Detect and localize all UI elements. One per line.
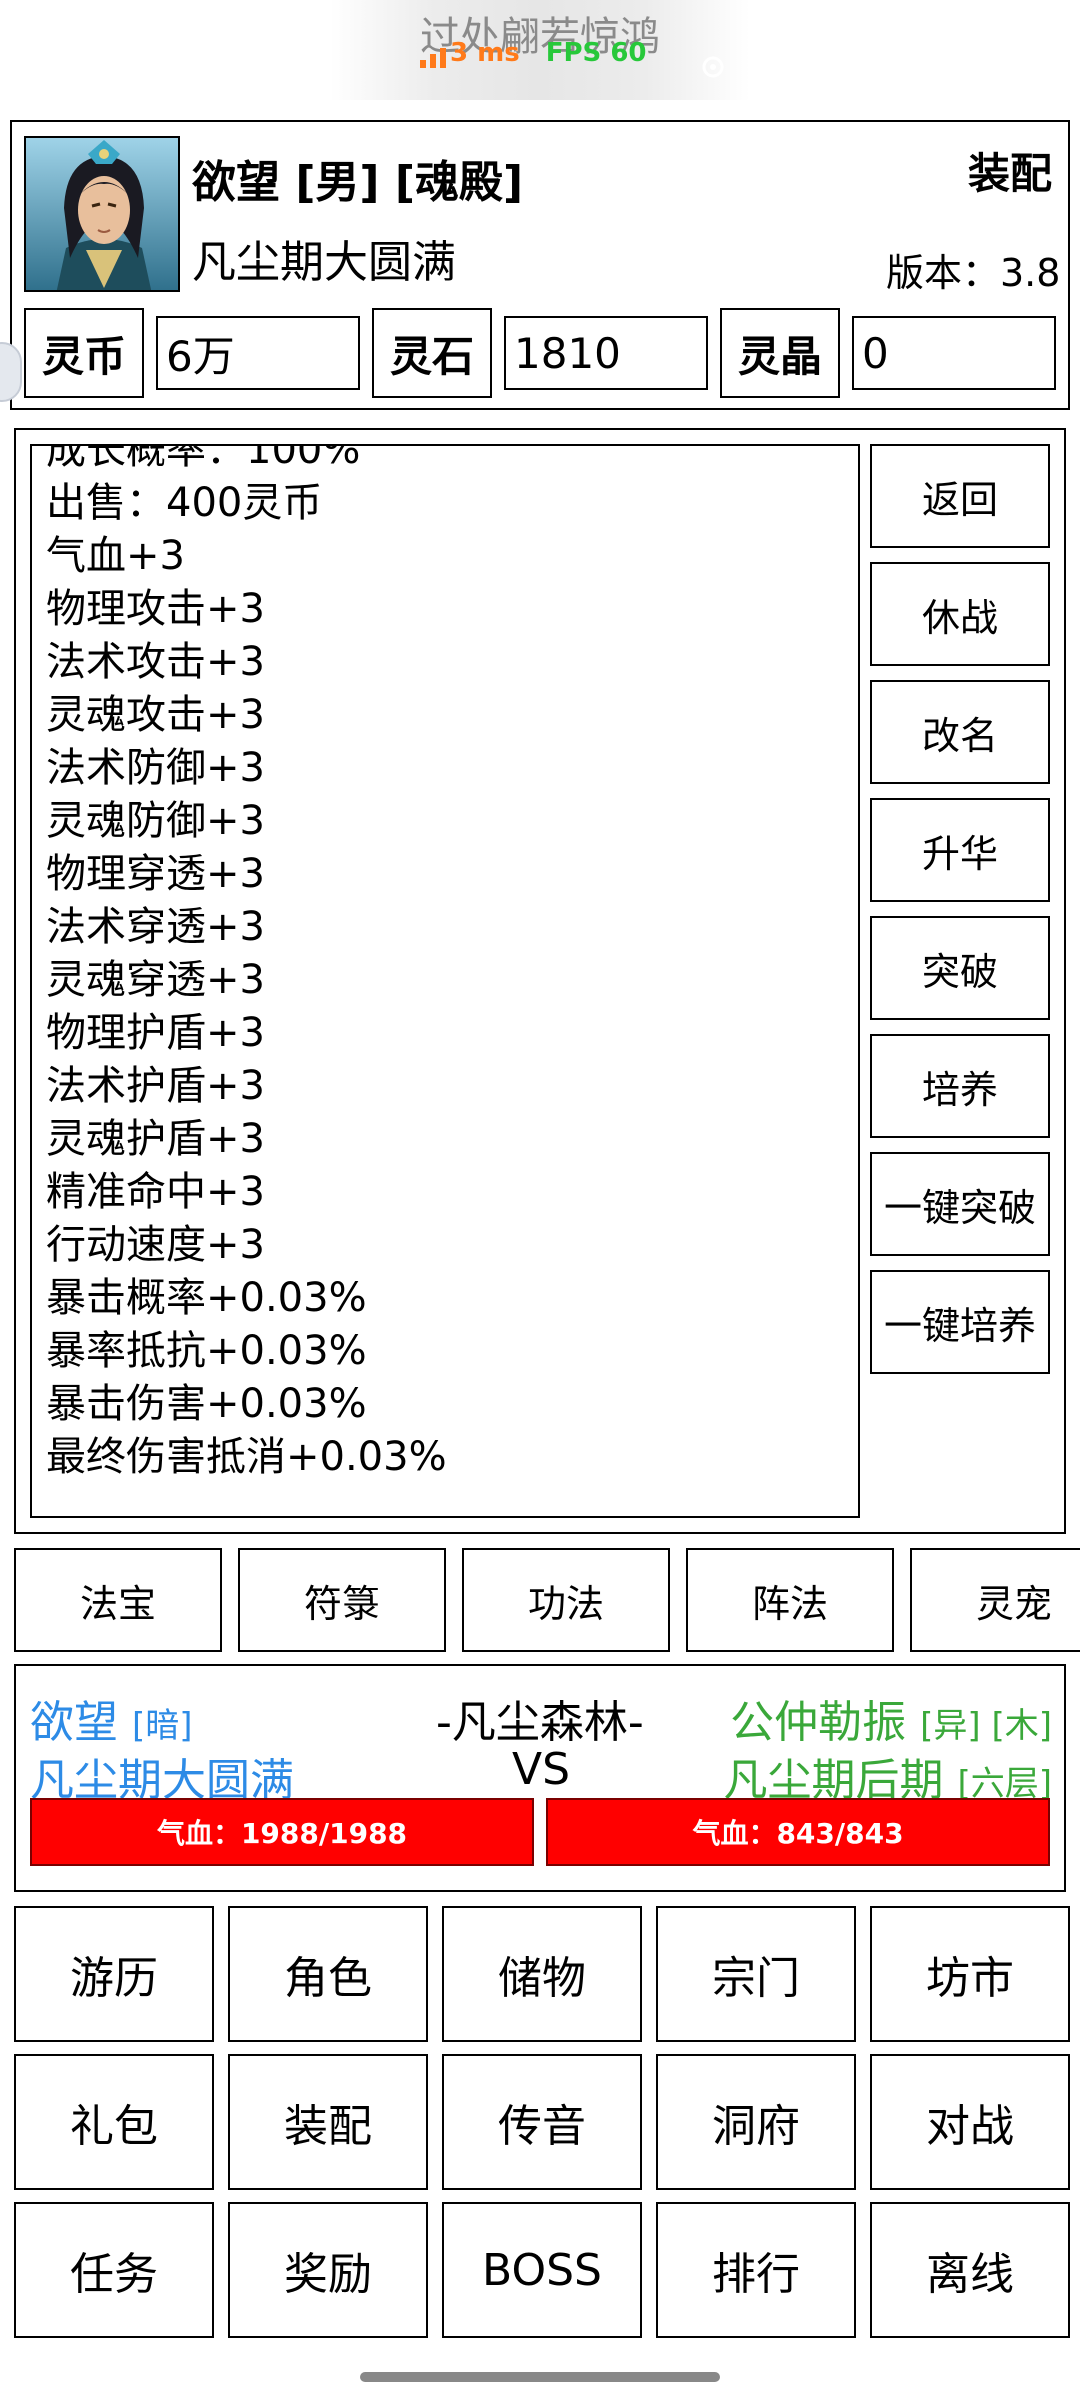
attr-line: 灵魂防御+3 bbox=[46, 798, 265, 844]
perf-readout: 3 ms FPS 60 bbox=[420, 38, 647, 68]
fps-label: FPS 60 bbox=[545, 38, 647, 68]
attr-line: 法术护盾+3 bbox=[46, 1063, 265, 1109]
auto-cultivate-button[interactable]: 一键培养 bbox=[870, 1270, 1050, 1374]
currency-lingshi-value: 1810 bbox=[504, 316, 708, 390]
player-realm: 凡尘期大圆满 bbox=[192, 237, 456, 288]
back-button[interactable]: 返回 bbox=[870, 444, 1050, 548]
currency-lingjing-label: 灵晶 bbox=[720, 308, 840, 398]
version-label: 版本：3.8 bbox=[886, 251, 1061, 295]
attr-line: 暴率抵抗+0.03% bbox=[46, 1328, 367, 1374]
player-hp-bar: 气血：1988/1988 bbox=[30, 1798, 534, 1866]
battle-player-tag: [暗] bbox=[132, 1706, 193, 1746]
battle-enemy: 公仲勒振 [异] [木] bbox=[730, 1686, 1052, 1750]
menu-paihang[interactable]: 排行 bbox=[656, 2202, 856, 2338]
currency-lingbi-label: 灵币 bbox=[24, 308, 144, 398]
menu-libao[interactable]: 礼包 bbox=[14, 2054, 214, 2190]
menu-chuanyin[interactable]: 传音 bbox=[442, 2054, 642, 2190]
menu-dongfu[interactable]: 洞府 bbox=[656, 2054, 856, 2190]
attr-line: 灵魂攻击+3 bbox=[46, 692, 265, 738]
menu-jiangli[interactable]: 奖励 bbox=[228, 2202, 428, 2338]
menu-chuwu[interactable]: 储物 bbox=[442, 1906, 642, 2042]
attr-line: 物理护盾+3 bbox=[46, 1010, 265, 1056]
menu-youli[interactable]: 游历 bbox=[14, 1906, 214, 2042]
sublimate-button[interactable]: 升华 bbox=[870, 798, 1050, 902]
tab-zhenfa[interactable]: 阵法 bbox=[686, 1548, 894, 1652]
battle-enemy-tags: [异] [木] bbox=[920, 1706, 1052, 1746]
player-avatar[interactable] bbox=[24, 136, 180, 292]
tab-gongfa[interactable]: 功法 bbox=[462, 1548, 670, 1652]
attr-line: 灵魂穿透+3 bbox=[46, 957, 265, 1003]
avatar-portrait-icon bbox=[26, 138, 178, 290]
menu-fangshi[interactable]: 坊市 bbox=[870, 1906, 1070, 2042]
attribute-list: 成长概率：100% 出售：400灵币 气血+3 物理攻击+3 法术攻击+3 灵魂… bbox=[46, 444, 447, 1484]
battle-player: 欲望 [暗] bbox=[30, 1686, 193, 1750]
battle-vs: VS bbox=[512, 1744, 571, 1795]
tab-fabao[interactable]: 法宝 bbox=[14, 1548, 222, 1652]
attr-line: 出售：400灵币 bbox=[46, 480, 323, 526]
menu-lixian[interactable]: 离线 bbox=[870, 2202, 1070, 2338]
auto-breakthrough-button[interactable]: 一键突破 bbox=[870, 1152, 1050, 1256]
attr-line: 法术攻击+3 bbox=[46, 639, 265, 685]
attr-line: 成长概率：100% bbox=[46, 444, 361, 473]
attr-line: 法术穿透+3 bbox=[46, 904, 265, 950]
attr-line: 气血+3 bbox=[46, 533, 185, 579]
currency-lingbi-value: 6万 bbox=[156, 316, 360, 390]
attr-line: 暴击伤害+0.03% bbox=[46, 1381, 367, 1427]
tab-lingchong[interactable]: 灵宠 bbox=[910, 1548, 1080, 1652]
menu-duizhan[interactable]: 对战 bbox=[870, 2054, 1070, 2190]
battle-location: -凡尘森林- bbox=[436, 1697, 644, 1748]
attr-line: 法术防御+3 bbox=[46, 745, 265, 791]
attr-line: 灵魂护盾+3 bbox=[46, 1116, 265, 1162]
enemy-hp-bar: 气血：843/843 bbox=[546, 1798, 1050, 1866]
menu-zhuangpei[interactable]: 装配 bbox=[228, 2054, 428, 2190]
battle-player-name: 欲望 bbox=[30, 1697, 118, 1748]
attribute-list-box[interactable]: 成长概率：100% 出售：400灵币 气血+3 物理攻击+3 法术攻击+3 灵魂… bbox=[30, 444, 860, 1518]
floating-handle[interactable] bbox=[0, 342, 22, 402]
tab-fulu[interactable]: 符箓 bbox=[238, 1548, 446, 1652]
breakthrough-button[interactable]: 突破 bbox=[870, 916, 1050, 1020]
currency-lingshi-label: 灵石 bbox=[372, 308, 492, 398]
player-name: 欲望 [男] [魂殿] bbox=[192, 157, 524, 208]
attr-line: 最终伤害抵消+0.03% bbox=[46, 1434, 447, 1480]
menu-boss[interactable]: BOSS bbox=[442, 2202, 642, 2338]
attr-line: 精准命中+3 bbox=[46, 1169, 265, 1215]
truce-button[interactable]: 休战 bbox=[870, 562, 1050, 666]
attr-line: 物理攻击+3 bbox=[46, 586, 265, 632]
cultivate-button[interactable]: 培养 bbox=[870, 1034, 1050, 1138]
camera-icon bbox=[702, 56, 724, 78]
menu-renwu[interactable]: 任务 bbox=[14, 2202, 214, 2338]
equip-button[interactable]: 装配 bbox=[968, 140, 1052, 201]
home-indicator[interactable] bbox=[360, 2372, 720, 2382]
currency-lingjing-value: 0 bbox=[852, 316, 1056, 390]
menu-juese[interactable]: 角色 bbox=[228, 1906, 428, 2042]
attr-line: 暴击概率+0.03% bbox=[46, 1275, 367, 1321]
battle-enemy-name: 公仲勒振 bbox=[730, 1697, 907, 1748]
attr-line: 物理穿透+3 bbox=[46, 851, 265, 897]
rename-button[interactable]: 改名 bbox=[870, 680, 1050, 784]
attr-line: 行动速度+3 bbox=[46, 1222, 265, 1268]
signal-icon bbox=[420, 48, 446, 68]
menu-zongmen[interactable]: 宗门 bbox=[656, 1906, 856, 2042]
